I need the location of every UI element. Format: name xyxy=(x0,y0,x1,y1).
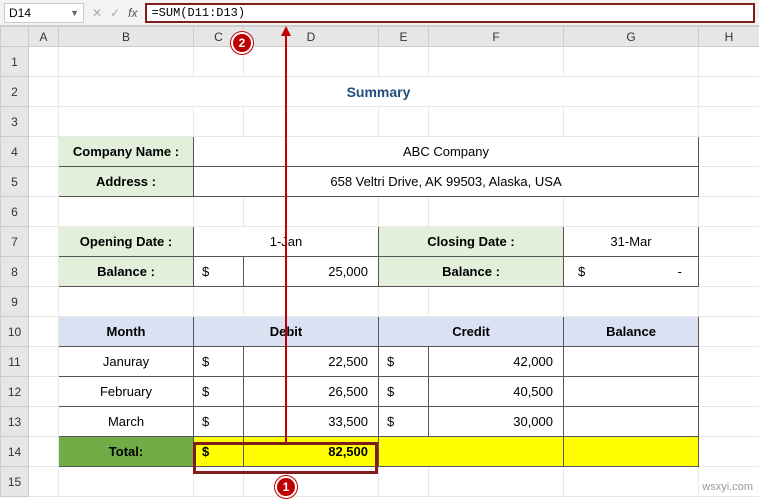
month-cell[interactable]: March xyxy=(59,407,194,437)
balance-val[interactable] xyxy=(564,377,699,407)
company-name-value[interactable]: ABC Company xyxy=(194,137,699,167)
total-debit-sym[interactable]: $ xyxy=(194,437,244,467)
col-header-A[interactable]: A xyxy=(29,27,59,47)
credit-sym[interactable]: $ xyxy=(379,377,429,407)
spreadsheet-grid[interactable]: A B C D E F G H 1 2 Summary 3 4 Company … xyxy=(0,26,759,497)
callout-badge-1: 1 xyxy=(275,476,297,498)
credit-val[interactable]: 30,000 xyxy=(429,407,564,437)
closing-balance-sym: $ xyxy=(570,264,585,279)
closing-date-label: Closing Date : xyxy=(379,227,564,257)
formula-bar-row: D14 ▼ ✕ ✓ fx =SUM(D11:D13) xyxy=(0,0,759,26)
chevron-down-icon[interactable]: ▼ xyxy=(70,8,79,18)
row-header[interactable]: 4 xyxy=(1,137,29,167)
callout-badge-2: 2 xyxy=(231,32,253,54)
formula-bar-input[interactable]: =SUM(D11:D13) xyxy=(145,3,755,23)
col-header-B[interactable]: B xyxy=(59,27,194,47)
opening-balance-label: Balance : xyxy=(59,257,194,287)
company-name-label: Company Name : xyxy=(59,137,194,167)
col-header-D[interactable]: D xyxy=(244,27,379,47)
callout-arrow xyxy=(285,34,287,442)
th-balance: Balance xyxy=(564,317,699,347)
row-header[interactable]: 6 xyxy=(1,197,29,227)
credit-sym[interactable]: $ xyxy=(379,407,429,437)
row-header[interactable]: 1 xyxy=(1,47,29,77)
closing-date-value[interactable]: 31-Mar xyxy=(564,227,699,257)
name-box-value: D14 xyxy=(9,6,31,20)
row-header[interactable]: 11 xyxy=(1,347,29,377)
row-header[interactable]: 3 xyxy=(1,107,29,137)
balance-val[interactable] xyxy=(564,407,699,437)
select-all-corner[interactable] xyxy=(1,27,29,47)
total-debit-val[interactable]: 82,500 xyxy=(244,437,379,467)
cancel-icon[interactable]: ✕ xyxy=(92,6,102,20)
opening-date-label: Opening Date : xyxy=(59,227,194,257)
month-cell[interactable]: February xyxy=(59,377,194,407)
debit-sym[interactable]: $ xyxy=(194,347,244,377)
credit-val[interactable]: 42,000 xyxy=(429,347,564,377)
month-cell[interactable]: Januray xyxy=(59,347,194,377)
row-header[interactable]: 9 xyxy=(1,287,29,317)
summary-title: Summary xyxy=(59,77,699,107)
th-month: Month xyxy=(59,317,194,347)
closing-balance-cell[interactable]: $ - xyxy=(564,257,699,287)
col-header-G[interactable]: G xyxy=(564,27,699,47)
closing-balance-label: Balance : xyxy=(379,257,564,287)
debit-val[interactable]: 26,500 xyxy=(244,377,379,407)
row-header[interactable]: 8 xyxy=(1,257,29,287)
total-credit-val[interactable] xyxy=(379,437,564,467)
fx-icon[interactable]: fx xyxy=(128,6,137,20)
debit-sym[interactable]: $ xyxy=(194,377,244,407)
col-header-E[interactable]: E xyxy=(379,27,429,47)
col-header-F[interactable]: F xyxy=(429,27,564,47)
check-icon[interactable]: ✓ xyxy=(110,6,120,20)
formula-text: =SUM(D11:D13) xyxy=(151,6,245,20)
name-box[interactable]: D14 ▼ xyxy=(4,3,84,23)
row-header[interactable]: 2 xyxy=(1,77,29,107)
row-header[interactable]: 15 xyxy=(1,467,29,497)
col-header-H[interactable]: H xyxy=(699,27,759,47)
credit-val[interactable]: 40,500 xyxy=(429,377,564,407)
watermark: wsxyi.com xyxy=(702,481,753,493)
address-label: Address : xyxy=(59,167,194,197)
debit-val[interactable]: 22,500 xyxy=(244,347,379,377)
row-header[interactable]: 13 xyxy=(1,407,29,437)
formula-bar-icons: ✕ ✓ fx xyxy=(92,6,137,20)
total-label: Total: xyxy=(59,437,194,467)
debit-sym[interactable]: $ xyxy=(194,407,244,437)
closing-balance-value: - xyxy=(678,264,692,279)
row-header[interactable]: 5 xyxy=(1,167,29,197)
opening-balance-value[interactable]: 25,000 xyxy=(244,257,379,287)
opening-balance-sym[interactable]: $ xyxy=(194,257,244,287)
row-header[interactable]: 7 xyxy=(1,227,29,257)
credit-sym[interactable]: $ xyxy=(379,347,429,377)
th-credit: Credit xyxy=(379,317,564,347)
balance-val[interactable] xyxy=(564,347,699,377)
row-header[interactable]: 14 xyxy=(1,437,29,467)
address-value[interactable]: 658 Veltri Drive, AK 99503, Alaska, USA xyxy=(194,167,699,197)
debit-val[interactable]: 33,500 xyxy=(244,407,379,437)
row-header[interactable]: 12 xyxy=(1,377,29,407)
row-header[interactable]: 10 xyxy=(1,317,29,347)
total-balance-val[interactable] xyxy=(564,437,699,467)
